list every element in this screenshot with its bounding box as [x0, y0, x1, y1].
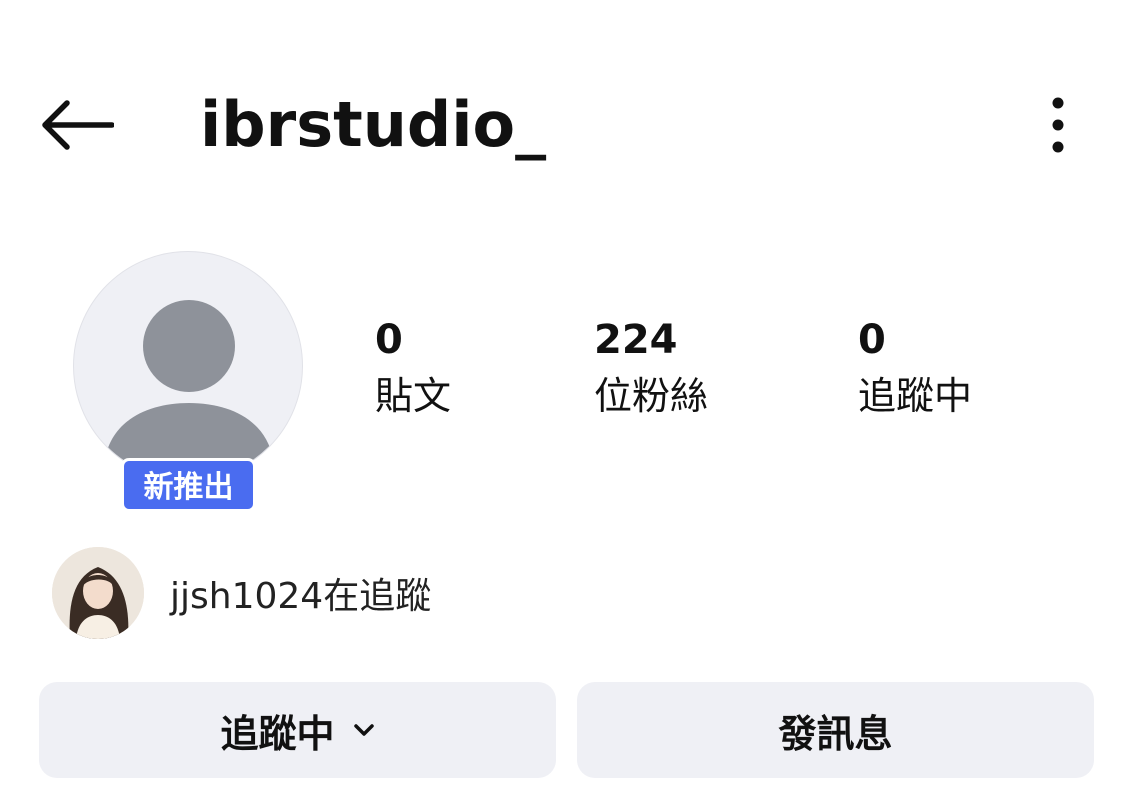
followers-count: 224 — [594, 317, 678, 363]
posts-count: 0 — [375, 317, 403, 363]
back-button[interactable] — [32, 90, 122, 160]
profile-username: ibrstudio_ — [200, 88, 547, 161]
default-avatar-icon — [104, 300, 274, 466]
stat-following[interactable]: 0 追蹤中 — [858, 315, 972, 423]
posts-label: 貼文 — [375, 374, 452, 418]
message-button[interactable]: 發訊息 — [577, 682, 1094, 778]
new-badge: 新推出 — [121, 458, 256, 512]
followers-label: 位粉絲 — [594, 374, 709, 418]
followed-by-row[interactable]: jjsh1024在追蹤 — [52, 547, 431, 639]
stat-posts[interactable]: 0 貼文 — [375, 315, 451, 423]
profile-avatar[interactable] — [73, 251, 303, 481]
following-button[interactable]: 追蹤中 — [39, 682, 556, 778]
stat-followers[interactable]: 224 位粉絲 — [594, 315, 708, 423]
following-label: 追蹤中 — [858, 374, 973, 418]
followed-by-text: jjsh1024在追蹤 — [170, 576, 432, 617]
follower-avatar — [52, 547, 144, 639]
more-options-button[interactable] — [1028, 90, 1088, 160]
following-count: 0 — [858, 317, 886, 363]
arrow-left-icon — [42, 100, 114, 150]
following-button-label: 追蹤中 — [220, 711, 335, 756]
more-vertical-icon — [1052, 97, 1064, 153]
message-button-label: 發訊息 — [778, 711, 893, 756]
chevron-down-icon — [353, 723, 375, 737]
